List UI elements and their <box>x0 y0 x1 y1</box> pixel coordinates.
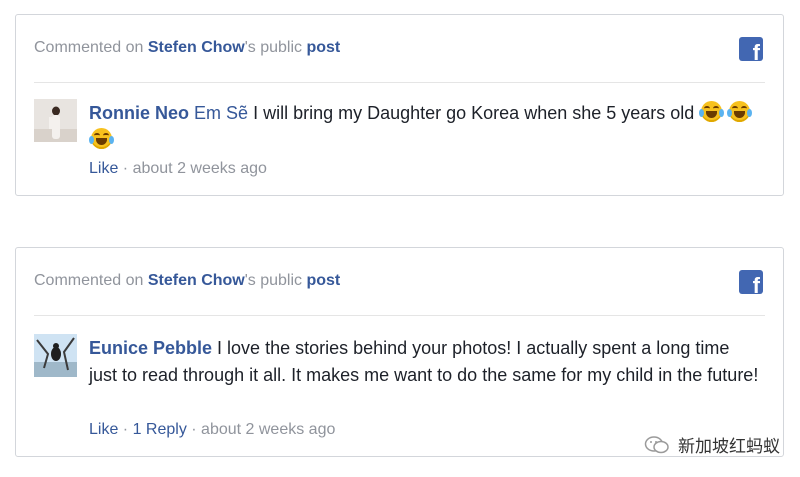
comment-text: Ronnie Neo Em Sẽ I will bring my Daughte… <box>89 100 769 154</box>
avatar[interactable] <box>34 99 77 142</box>
separator: · <box>118 160 133 177</box>
facebook-icon[interactable]: f <box>739 270 763 294</box>
tears-of-joy-emoji-icon <box>699 101 725 122</box>
comment-text: Eunice Pebble I love the stories behind … <box>89 335 759 389</box>
page-name-link[interactable]: Stefen Chow <box>148 272 245 289</box>
post-link[interactable]: post <box>306 39 340 56</box>
header-middle: 's public <box>244 39 307 56</box>
header-prefix: Commented on <box>34 39 148 56</box>
page-name-link[interactable]: Stefen Chow <box>148 39 245 56</box>
avatar[interactable] <box>34 334 77 377</box>
tears-of-joy-emoji-icon <box>727 101 753 122</box>
comment-card: Commented on Stefen Chow's public post f… <box>15 14 784 196</box>
header-text: Commented on Stefen Chow's public post <box>34 272 340 290</box>
tears-of-joy-emoji-icon <box>89 128 114 149</box>
comment-author-link[interactable]: Eunice Pebble <box>89 338 212 358</box>
watermark-text: 新加坡红蚂蚁 <box>678 437 780 456</box>
header-prefix: Commented on <box>34 272 148 289</box>
timestamp[interactable]: about 2 weeks ago <box>201 421 335 438</box>
header-text: Commented on Stefen Chow's public post <box>34 39 340 57</box>
comment-body-text: I will bring my Daughter go Korea when s… <box>248 103 695 123</box>
card-header: Commented on Stefen Chow's public post f <box>34 15 765 83</box>
post-link[interactable]: post <box>306 272 340 289</box>
watermark: 新加坡红蚂蚁 <box>644 432 780 457</box>
like-link[interactable]: Like <box>89 421 118 438</box>
reply-link[interactable]: 1 Reply <box>133 421 187 438</box>
header-middle: 's public <box>244 272 307 289</box>
mention-link[interactable]: Em Sẽ <box>194 103 248 123</box>
comment-meta: Like · 1 Reply · about 2 weeks ago <box>89 421 335 439</box>
timestamp[interactable]: about 2 weeks ago <box>133 160 267 177</box>
comment-author-link[interactable]: Ronnie Neo <box>89 103 189 123</box>
like-link[interactable]: Like <box>89 160 118 177</box>
card-header: Commented on Stefen Chow's public post f <box>34 248 765 316</box>
separator: · <box>118 421 133 438</box>
wechat-icon <box>644 435 670 455</box>
separator: · <box>186 421 202 438</box>
comment-meta: Like · about 2 weeks ago <box>89 160 267 178</box>
comment-card: Commented on Stefen Chow's public post f… <box>15 247 784 457</box>
facebook-icon[interactable]: f <box>739 37 763 61</box>
